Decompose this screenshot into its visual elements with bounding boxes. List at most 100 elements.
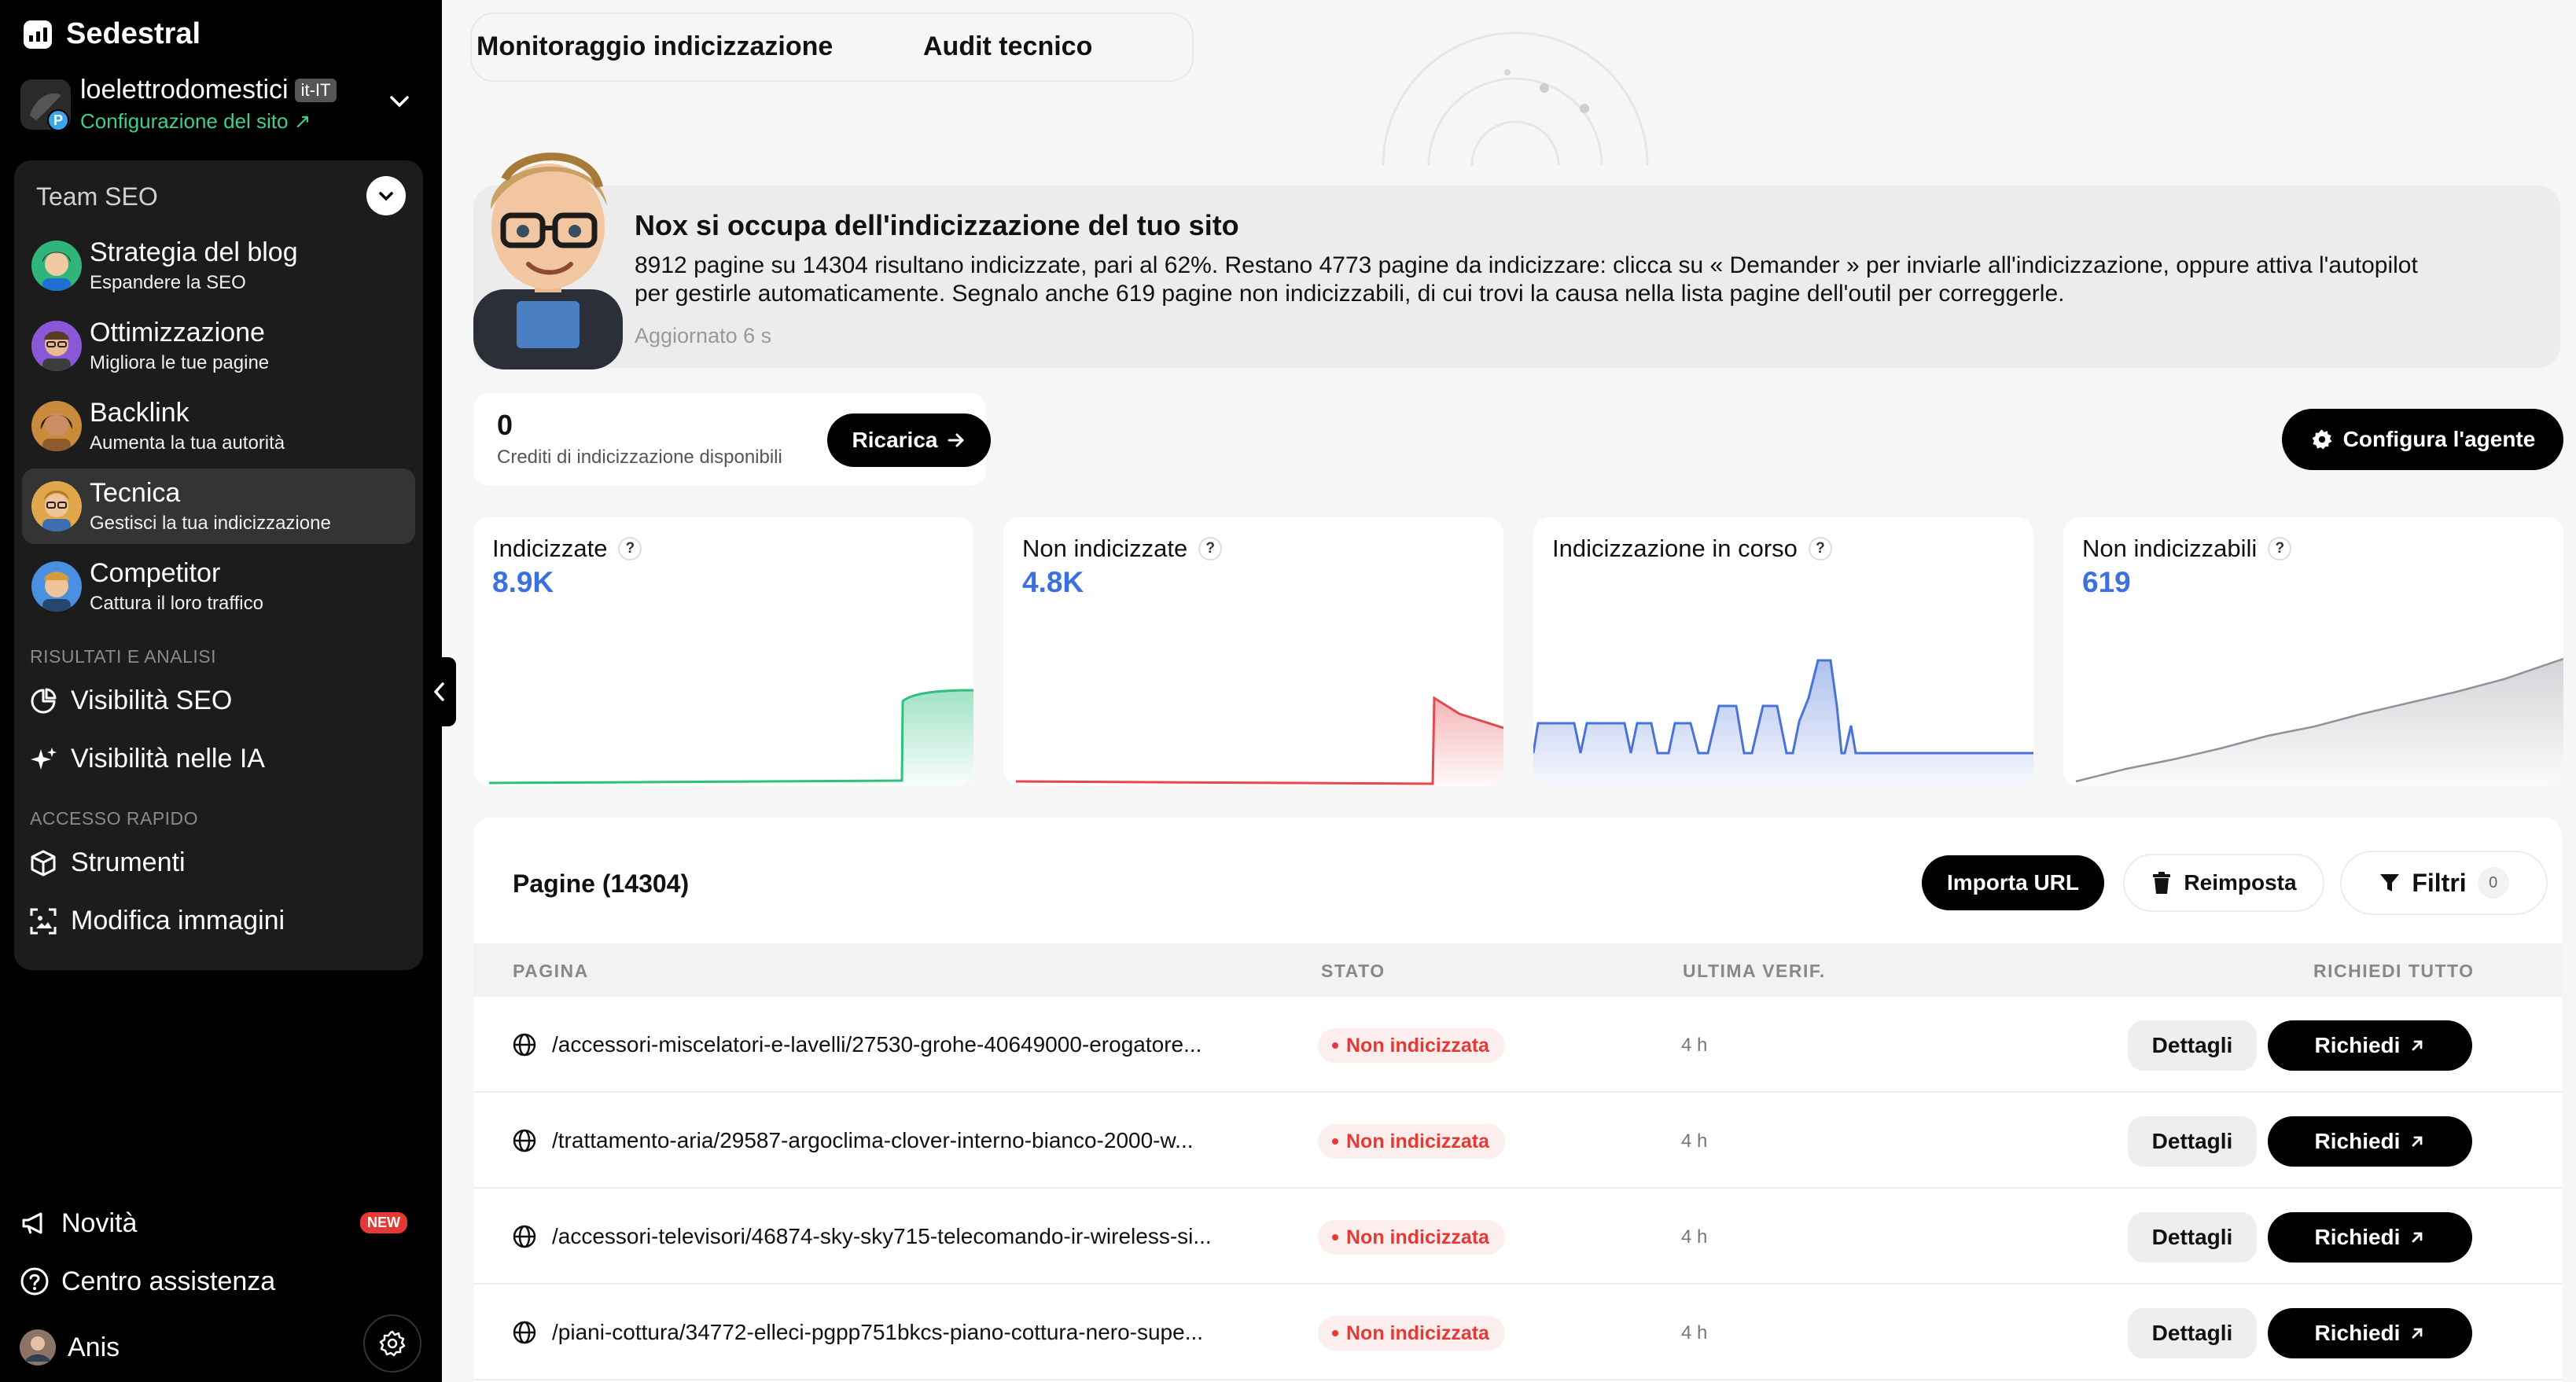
nav-visibilita-seo[interactable]: Visibilità SEO <box>28 685 232 716</box>
credits-card: 0 Crediti di indicizzazione disponibili … <box>473 393 991 486</box>
user-name: Anis <box>68 1332 120 1362</box>
pages-title: Pagine (14304) <box>513 869 690 898</box>
arrow-right-icon <box>948 433 965 447</box>
help-icon[interactable]: ? <box>2268 537 2292 561</box>
filter-icon <box>2380 874 2400 891</box>
agent-desc: Migliora le tue pagine <box>90 352 270 373</box>
help-icon[interactable]: ? <box>1198 537 1223 561</box>
page-url[interactable]: /accessori-televisori/46874-sky-sky715-t… <box>552 1224 1212 1249</box>
filter-count: 0 <box>2477 867 2509 899</box>
help-icon[interactable]: ? <box>618 537 642 561</box>
gear-icon <box>2312 429 2332 450</box>
configure-agent-label: Configura l'agente <box>2342 427 2536 451</box>
section-label-quick: ACCESSO RAPIDO <box>30 808 199 829</box>
page-url[interactable]: /trattamento-aria/29587-argoclima-clover… <box>552 1128 1194 1153</box>
site-lang-badge: it-IT <box>294 78 337 102</box>
stat-card-non-indicizzate: Non indicizzate? 4.8K <box>1003 517 1503 786</box>
chevron-down-icon <box>379 192 393 201</box>
agent-competitor[interactable]: Competitor Cattura il loro traffico <box>22 549 415 624</box>
user-profile[interactable]: Anis <box>19 1329 120 1366</box>
settings-button[interactable] <box>363 1314 421 1373</box>
site-selector[interactable]: P loelettrodomestici it-IT Configurazion… <box>20 75 421 138</box>
agent-avatar <box>31 401 82 451</box>
tab-audit-tecnico[interactable]: Audit tecnico <box>923 31 1092 62</box>
nav-centro-assistenza[interactable]: Centro assistenza <box>19 1266 275 1297</box>
new-badge: NEW <box>360 1212 407 1233</box>
agent-tecnica[interactable]: Tecnica Gestisci la tua indicizzazione <box>22 469 415 544</box>
agent-name: Backlink <box>90 398 190 428</box>
reset-button[interactable]: Reimposta <box>2123 854 2324 912</box>
stat-title-text: Non indicizzate <box>1022 535 1188 562</box>
nav-label: Visibilità SEO <box>71 685 233 715</box>
sparkline-indicizzate <box>488 689 973 786</box>
nav-label: Strumenti <box>71 847 186 877</box>
site-config-link[interactable]: Configurazione del sito ↗ <box>80 109 311 134</box>
details-button[interactable]: Dettagli <box>2128 1116 2257 1167</box>
nav-modifica-immagini[interactable]: Modifica immagini <box>28 906 285 936</box>
team-panel: Team SEO Strategia del blog Espandere la… <box>14 160 423 970</box>
status-label: Non indicizzata <box>1346 1321 1489 1344</box>
agent-avatar <box>31 241 82 291</box>
site-badge: P <box>47 109 69 130</box>
arrow-up-right-icon <box>2412 1040 2423 1051</box>
globe-icon <box>513 1129 536 1152</box>
agent-avatar <box>31 481 82 531</box>
team-collapse-button[interactable] <box>366 176 406 215</box>
agent-desc: Aumenta la tua autorità <box>90 432 285 454</box>
request-button[interactable]: Richiedi <box>2268 1020 2472 1071</box>
help-icon[interactable]: ? <box>1808 537 1832 561</box>
request-button[interactable]: Richiedi <box>2268 1308 2472 1358</box>
brand[interactable]: Sedestral <box>24 17 201 51</box>
configure-agent-button[interactable]: Configura l'agente <box>2282 409 2563 470</box>
last-check: 4 h <box>1681 1322 1708 1343</box>
last-check: 4 h <box>1681 1130 1708 1152</box>
nav-novita[interactable]: Novità <box>19 1207 137 1239</box>
page-url[interactable]: /piani-cottura/34772-elleci-pgpp751bkcs-… <box>552 1320 1203 1345</box>
agent-desc: Cattura il loro traffico <box>90 593 263 614</box>
nav-label: Centro assistenza <box>61 1266 276 1296</box>
agent-avatar <box>31 321 82 371</box>
filter-label: Filtri <box>2412 868 2467 897</box>
stat-title-text: Indicizzate <box>492 535 608 562</box>
stat-card-non-indicizzabili: Non indicizzabili? 619 <box>2063 517 2563 786</box>
filter-button[interactable]: Filtri 0 <box>2340 851 2548 915</box>
arrow-up-right-icon <box>2412 1328 2423 1339</box>
nox-mascot-image <box>473 153 623 369</box>
column-header-ultima-verif: ULTIMA VERIF. <box>1683 961 1826 981</box>
agent-ottimizzazione[interactable]: Ottimizzazione Migliora le tue pagine <box>22 308 415 384</box>
sparkle-icon <box>31 747 57 770</box>
stat-title: Indicizzate? <box>492 535 642 563</box>
recharge-button[interactable]: Ricarica <box>827 413 991 467</box>
gear-icon <box>379 1330 406 1357</box>
request-button[interactable]: Richiedi <box>2268 1116 2472 1167</box>
recharge-label: Ricarica <box>852 428 938 452</box>
sidebar-collapse-button[interactable] <box>423 657 456 726</box>
nav-visibilita-ia[interactable]: Visibilità nelle IA <box>28 744 265 774</box>
chevron-left-icon <box>433 682 444 701</box>
site-avatar: P <box>20 79 71 130</box>
stat-card-in-corso: Indicizzazione in corso? <box>1533 517 2033 786</box>
status-label: Non indicizzata <box>1346 1034 1489 1057</box>
page-url[interactable]: /accessori-miscelatori-e-lavelli/27530-g… <box>552 1032 1202 1057</box>
decorative-arcs <box>1382 31 1649 165</box>
banner-text: 8912 pagine su 14304 risultano indicizza… <box>635 252 2418 307</box>
details-button[interactable]: Dettagli <box>2128 1020 2257 1071</box>
request-button[interactable]: Richiedi <box>2268 1212 2472 1263</box>
tab-monitoraggio[interactable]: Monitoraggio indicizzazione <box>477 31 833 62</box>
details-button[interactable]: Dettagli <box>2128 1308 2257 1358</box>
chevron-down-icon[interactable] <box>384 86 415 117</box>
request-all-button[interactable]: RICHIEDI TUTTO <box>2313 961 2475 982</box>
globe-icon <box>513 1321 536 1344</box>
column-header-pagina: PAGINA <box>513 961 589 981</box>
agent-backlink[interactable]: Backlink Aumenta la tua autorità <box>22 388 415 464</box>
table-row: /trattamento-aria/29587-argoclima-clover… <box>473 1093 2562 1189</box>
agent-name: Competitor <box>90 558 221 588</box>
credits-value: 0 <box>497 409 513 441</box>
column-header-stato: STATO <box>1321 961 1386 981</box>
stat-title-text: Indicizzazione in corso <box>1552 535 1798 562</box>
import-url-button[interactable]: Importa URL <box>1922 855 2104 910</box>
agent-strategia-blog[interactable]: Strategia del blog Espandere la SEO <box>22 228 415 303</box>
nav-strumenti[interactable]: Strumenti <box>28 847 186 878</box>
details-button[interactable]: Dettagli <box>2128 1212 2257 1263</box>
table-header: PAGINA STATO ULTIMA VERIF. RICHIEDI TUTT… <box>473 943 2562 997</box>
